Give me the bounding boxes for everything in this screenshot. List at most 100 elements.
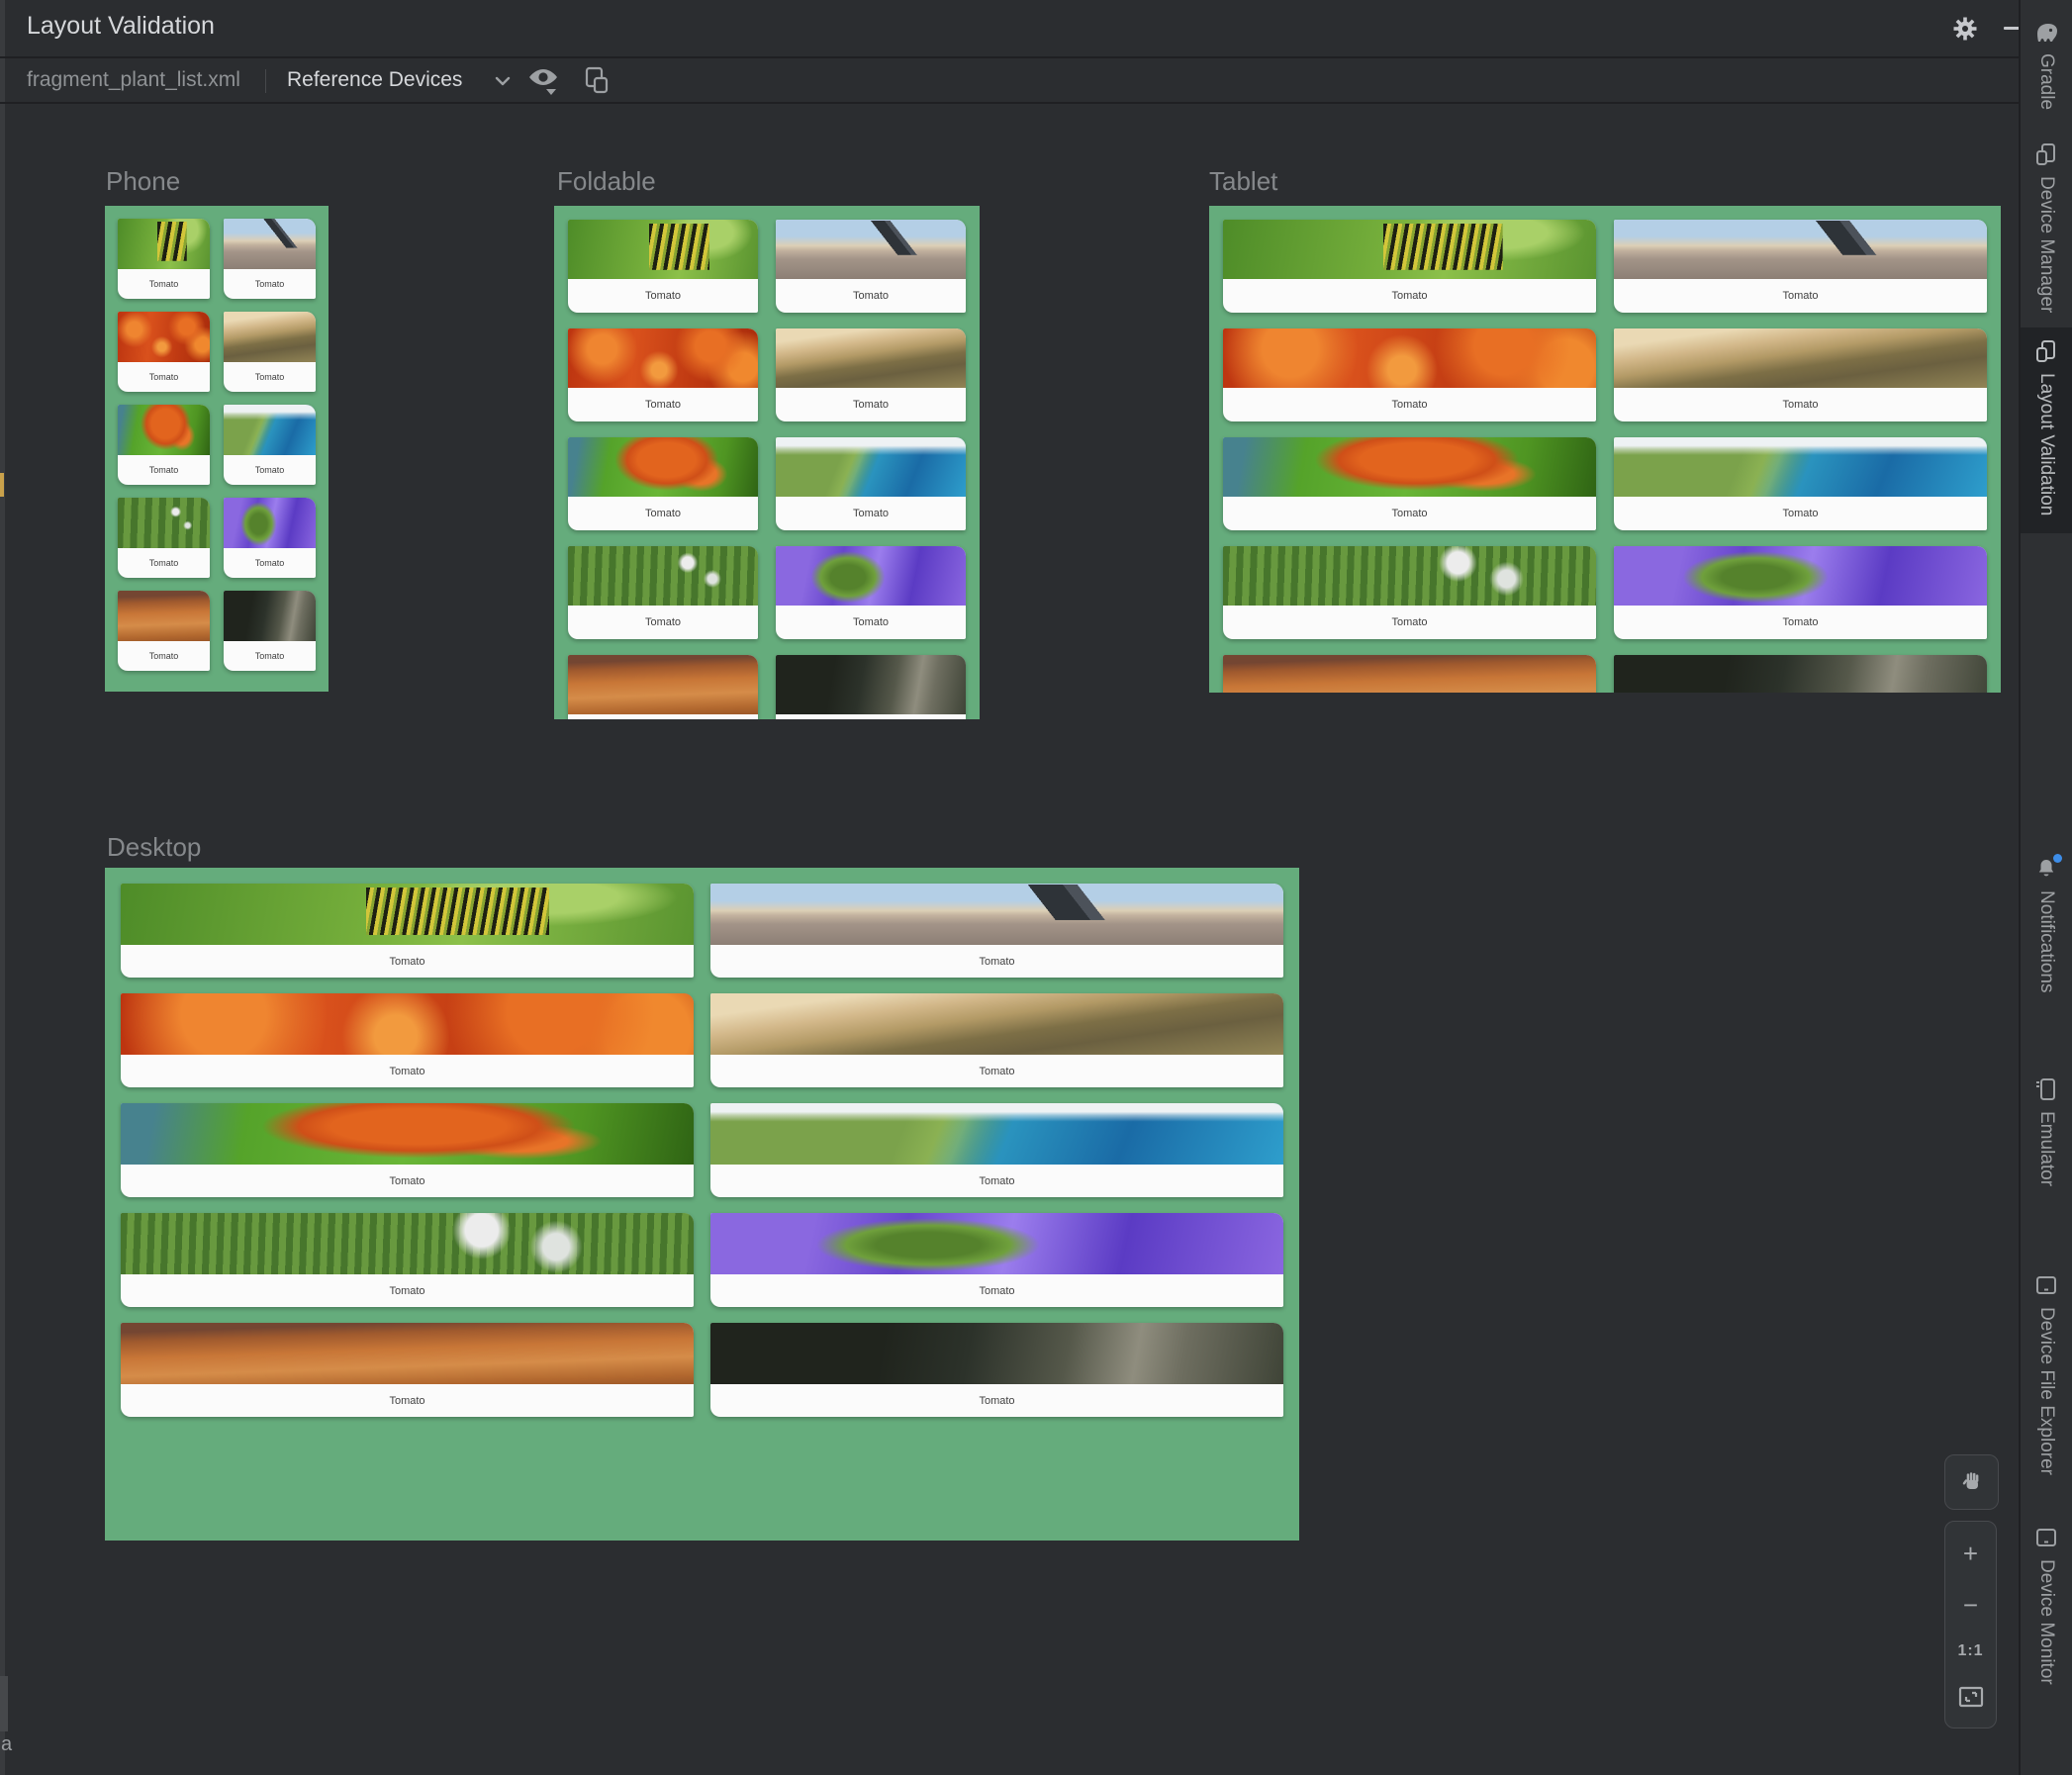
sidebar-item-emulator[interactable]: Emulator [2021,1077,2072,1186]
zoom-out-button[interactable]: − [1963,1592,1978,1618]
device-preview-desktop: Tomato Tomato Tomato Tomato Tomato Tomato Toma… [105,868,1299,1541]
plant-image-farm-aerial [118,498,210,548]
plant-card: Tomato [1223,328,1596,421]
plant-card: Tomato [118,498,210,578]
bell-icon [2034,854,2062,881]
device-preview-tablet: Tomato Tomato Tomato Tomato Tomato Tomato Toma… [1209,206,2001,693]
plant-image-caterpillar [121,884,694,945]
device-set-selector[interactable]: Reference Devices [287,68,462,92]
device-phone-icon [2034,339,2058,363]
file-tab[interactable]: fragment_plant_list.xml [27,68,240,92]
plant-image-telescope-city [1614,220,1987,279]
hand-pan-icon [1959,1469,1985,1495]
plant-name-label: Tomato [644,616,682,628]
plant-image-desert-canyon [1223,655,1596,693]
plant-card: Tomato [1614,655,1987,693]
plant-image-red-maple [121,993,694,1055]
plant-name-label: Tomato [979,1394,1015,1407]
plant-card: Tomato [224,312,316,392]
sidebar-item-device-manager[interactable]: Device Manager [2021,142,2072,313]
plant-image-orange-maple [568,437,758,497]
plant-image-wood-drops [776,328,966,388]
sidebar-item-label: Layout Validation [2036,373,2057,516]
plant-card: Tomato [118,312,210,392]
plant-name-label: Tomato [568,714,758,719]
copy-layers-icon[interactable] [577,64,611,98]
plant-card: Tomato [121,1213,694,1307]
plant-name-label: Tomato [389,1284,425,1297]
plant-card: Tomato [118,219,210,299]
emulator-icon [2034,1077,2058,1101]
plant-card: Tomato [224,405,316,485]
plant-image-wood-drops [1614,328,1987,388]
plant-card: Tomato [710,1213,1283,1307]
plant-name-label: Tomato [389,1174,425,1187]
sidebar-item-label: Device File Explorer [2036,1307,2057,1475]
plant-name-label: Tomato [1391,508,1428,519]
plant-card: Tomato [568,655,758,719]
pan-button[interactable] [1944,1454,1999,1510]
plant-card: Tomato [121,1103,694,1197]
plant-image-farm-aerial [121,1213,694,1274]
chevron-down-icon[interactable] [493,74,513,88]
tool-window-titlebar: Layout Validation [0,0,2021,58]
plant-image-orange-maple [1223,437,1596,497]
plant-image-desert-canyon [121,1323,694,1384]
plant-card: Tomato [224,219,316,299]
settings-button[interactable] [1952,16,1978,42]
plant-card: Tomato [710,884,1283,978]
plant-name-label: Tomato [1391,616,1428,628]
plant-name-label: Tomato [979,1284,1015,1297]
plant-name-label: Tomato [644,290,682,302]
actual-size-button[interactable]: 1:1 [1957,1643,1983,1659]
plant-name-label: Tomato [389,1065,425,1077]
plant-image-orange-maple [118,405,210,455]
sidebar-item-notifications[interactable]: Notifications [2021,854,2072,993]
plant-card: Tomato [118,405,210,485]
plant-image-coastal-aerial [776,437,966,497]
plant-card: Tomato [776,655,966,719]
sidebar-item-device-monitor[interactable]: Device Monitor [2021,1526,2072,1685]
plant-card: Tomato [121,993,694,1087]
visibility-eye-icon[interactable] [526,64,562,96]
sidebar-item-gradle[interactable]: Gradle [2021,22,2072,110]
plant-image-orange-maple [121,1103,694,1165]
plant-card: Tomato [1223,546,1596,639]
plant-card: Tomato [568,328,758,421]
plant-image-red-maple [1223,328,1596,388]
gradle-elephant-icon [2033,22,2059,44]
plant-image-wood-drops [710,993,1283,1055]
plant-image-telescope-city [776,220,966,279]
plant-card: Tomato [568,437,758,530]
plant-name-label: Tomato [254,372,285,382]
plant-card: Tomato [224,591,316,671]
section-heading-foldable: Foldable [557,166,656,196]
plant-name-label: Tomato [979,1065,1015,1077]
plant-card: Tomato [224,498,316,578]
zoom-in-button[interactable]: + [1963,1541,1978,1566]
plant-image-coastal-aerial [1614,437,1987,497]
fit-to-screen-button[interactable] [1957,1685,1985,1709]
plant-name-label: Tomato [776,714,966,719]
plant-image-red-maple [118,312,210,362]
plant-card: Tomato [1223,220,1596,313]
sidebar-item-label: Gradle [2036,53,2057,111]
plant-image-telescope-city [224,219,316,269]
plant-name-label: Tomato [148,558,179,568]
plant-image-purple-river [1614,546,1987,606]
plant-image-dark-forest [224,591,316,641]
plant-name-label: Tomato [148,372,179,382]
plant-name-label: Tomato [254,651,285,661]
plant-card: Tomato [776,220,966,313]
tool-window-stripe: Gradle Device Manager Layout Validation [2019,0,2072,1775]
editor-edge-text: a [1,1733,13,1755]
device-preview-phone: Tomato Tomato Tomato Tomato Tomato Tomato Toma… [105,206,329,692]
plant-card: Tomato [121,884,694,978]
editor-edge-fragment-bottom [0,1676,8,1731]
sidebar-item-device-file-explorer[interactable]: Device File Explorer [2021,1273,2072,1475]
plant-name-label: Tomato [389,1394,425,1407]
zoom-controls: + − 1:1 [1944,1521,1997,1728]
sidebar-item-layout-validation[interactable]: Layout Validation [2021,327,2072,534]
plant-name-label: Tomato [979,1174,1015,1187]
plant-card: Tomato [710,1323,1283,1417]
